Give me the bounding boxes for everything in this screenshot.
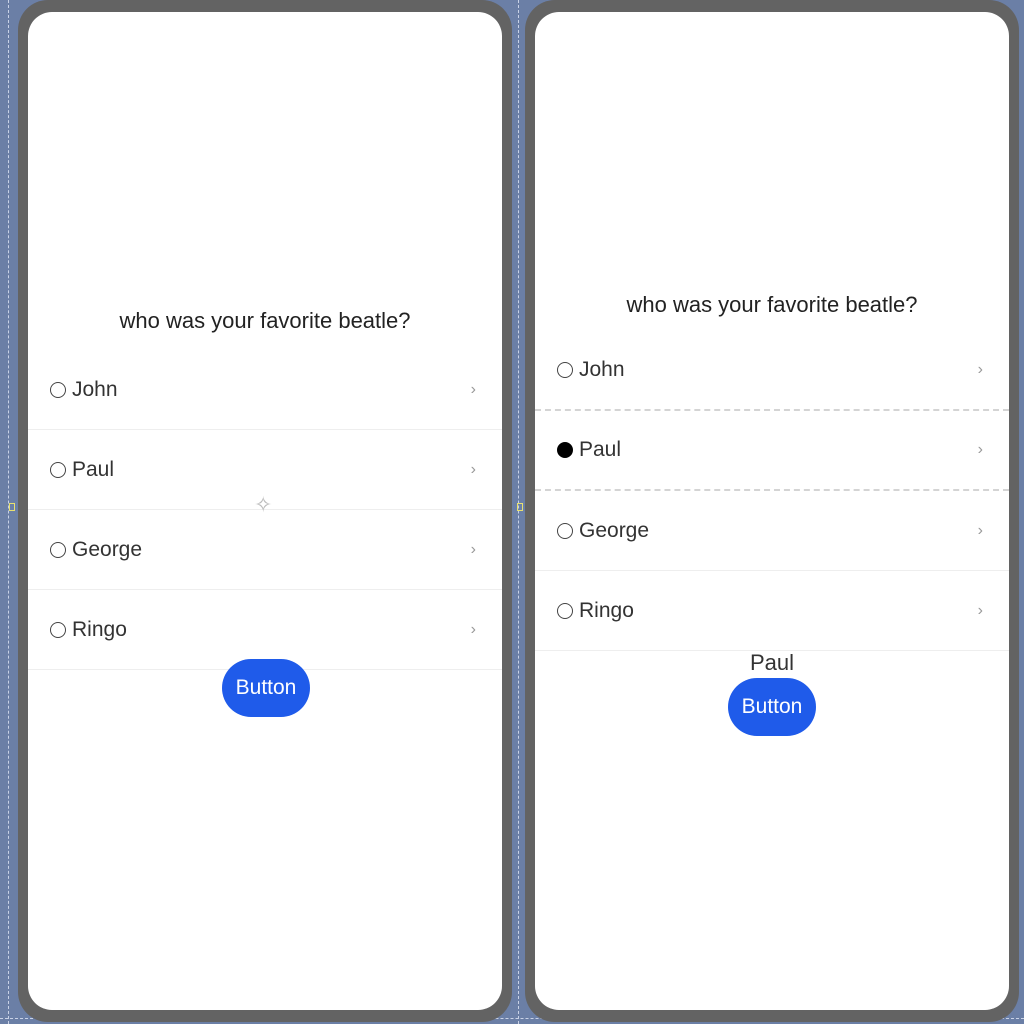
options-list: John › Paul › George › Ringo › xyxy=(535,331,1009,651)
radio-unselected-icon[interactable] xyxy=(557,602,573,619)
option-label: Paul xyxy=(72,457,115,481)
radio-unselected-icon[interactable] xyxy=(50,621,66,638)
option-label: George xyxy=(579,518,650,542)
chevron-right-icon: › xyxy=(470,380,476,398)
option-row-george[interactable]: George › xyxy=(535,491,1009,571)
designer-canvas: who was your favorite beatle? John › Pau… xyxy=(0,0,1024,1024)
resize-handle[interactable] xyxy=(9,503,15,511)
radio-unselected-icon[interactable] xyxy=(557,362,573,378)
phone-frame-left: who was your favorite beatle? John › Pau… xyxy=(18,0,512,1022)
radio-unselected-icon[interactable] xyxy=(50,381,66,398)
option-label: John xyxy=(579,358,625,381)
radio-unselected-icon[interactable] xyxy=(557,522,573,539)
option-label: Ringo xyxy=(72,617,127,641)
option-row-ringo[interactable]: Ringo › xyxy=(28,590,502,670)
option-label: John xyxy=(72,377,118,401)
guide-line xyxy=(518,0,519,1024)
guide-line xyxy=(8,0,9,1024)
screen-left: who was your favorite beatle? John › Pau… xyxy=(28,12,502,1010)
option-label: Paul xyxy=(579,438,622,461)
option-row-john[interactable]: John › xyxy=(535,331,1009,411)
option-row-paul[interactable]: Paul › xyxy=(535,411,1009,491)
radio-unselected-icon[interactable] xyxy=(50,541,66,558)
submit-button[interactable]: Button xyxy=(728,678,816,736)
chevron-right-icon: › xyxy=(470,460,476,478)
option-row-john[interactable]: John › xyxy=(28,350,502,430)
question-text: who was your favorite beatle? xyxy=(626,292,918,317)
selected-result-text: Paul xyxy=(749,650,795,675)
option-row-george[interactable]: George › xyxy=(28,510,502,590)
chevron-right-icon: › xyxy=(977,361,983,378)
submit-button[interactable]: Button xyxy=(222,659,310,717)
radio-selected-icon[interactable] xyxy=(557,442,573,458)
chevron-right-icon: › xyxy=(977,601,983,619)
option-label: George xyxy=(72,537,143,561)
screen-right: who was your favorite beatle? John › Pau… xyxy=(535,12,1009,1010)
chevron-right-icon: › xyxy=(977,441,983,458)
sparkle-cursor-icon: ✧ xyxy=(254,492,273,517)
option-row-ringo[interactable]: Ringo › xyxy=(535,571,1009,651)
chevron-right-icon: › xyxy=(470,540,476,558)
phone-frame-right: who was your favorite beatle? John › Pau… xyxy=(525,0,1019,1022)
chevron-right-icon: › xyxy=(977,521,983,539)
question-text: who was your favorite beatle? xyxy=(119,308,411,333)
chevron-right-icon: › xyxy=(470,620,476,638)
radio-unselected-icon[interactable] xyxy=(50,461,66,478)
resize-handle[interactable] xyxy=(517,503,523,511)
option-label: Ringo xyxy=(579,598,634,622)
